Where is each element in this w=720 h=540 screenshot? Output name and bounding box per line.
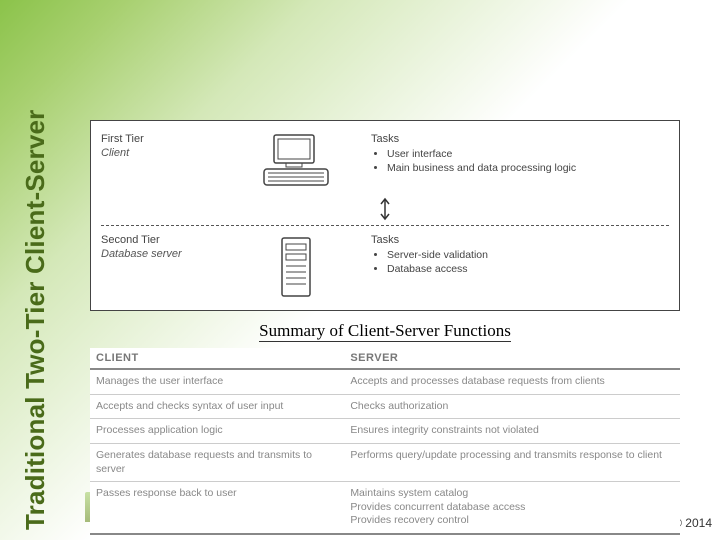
table-row: Manages the user interface Accepts and p… <box>90 370 680 395</box>
slide-title: Traditional Two-Tier Client-Server <box>20 110 51 530</box>
computer-icon <box>256 133 336 191</box>
client-cell: Manages the user interface <box>96 375 350 389</box>
client-cell: Accepts and checks syntax of user input <box>96 400 350 414</box>
server-cell: Checks authorization <box>350 400 674 414</box>
server-cell: Maintains system catalog Provides concur… <box>350 487 674 528</box>
summary-header-client: CLIENT <box>96 352 350 364</box>
client-cell: Generates database requests and transmit… <box>96 449 350 476</box>
tier-divider <box>101 225 669 226</box>
tiers-figure: First Tier Client Tasks <box>90 120 680 311</box>
first-tier-tasks-label: Tasks <box>371 133 669 145</box>
second-tier-row: Second Tier Database server Tas <box>101 230 669 304</box>
table-row: Accepts and checks syntax of user input … <box>90 395 680 420</box>
second-tier-role: Database server <box>101 248 221 260</box>
slide: Traditional Two-Tier Client-Server © 201… <box>0 0 720 540</box>
server-cell: Performs query/update processing and tra… <box>350 449 674 476</box>
first-tier-role: Client <box>101 147 221 159</box>
second-tier-label: Second Tier <box>101 234 221 246</box>
summary-header-row: CLIENT SERVER <box>90 348 680 370</box>
task-item: Server-side validation <box>387 248 669 262</box>
summary-table: CLIENT SERVER Manages the user interface… <box>90 348 680 535</box>
second-tier-tasks-label: Tasks <box>371 234 669 246</box>
server-cell: Accepts and processes database requests … <box>350 375 674 389</box>
task-item: Main business and data processing logic <box>387 161 669 175</box>
summary-title: Summary of Client-Server Functions <box>259 321 511 342</box>
server-cell: Ensures integrity constraints not violat… <box>350 424 674 438</box>
first-tier-label: First Tier <box>101 133 221 145</box>
client-cell: Passes response back to user <box>96 487 350 528</box>
task-item: Database access <box>387 262 669 276</box>
content-area: First Tier Client Tasks <box>90 120 680 535</box>
summary-header-server: SERVER <box>350 352 398 364</box>
task-item: User interface <box>387 147 669 161</box>
first-tier-row: First Tier Client Tasks <box>101 129 669 195</box>
server-icon <box>274 234 318 300</box>
table-row: Processes application logic Ensures inte… <box>90 419 680 444</box>
arrow-updown-icon <box>378 197 392 221</box>
table-row: Generates database requests and transmit… <box>90 444 680 482</box>
client-cell: Processes application logic <box>96 424 350 438</box>
table-row: Passes response back to user Maintains s… <box>90 482 680 535</box>
